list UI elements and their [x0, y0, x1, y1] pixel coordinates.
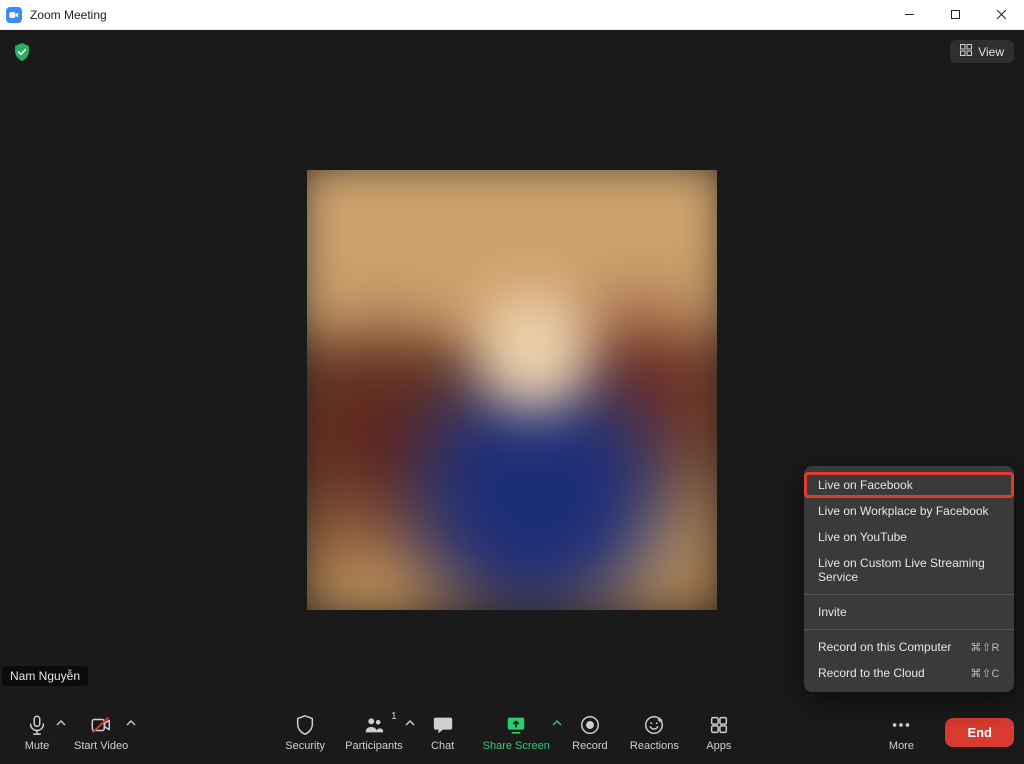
participants-button[interactable]: 1 Participants [335, 709, 412, 756]
mute-button[interactable]: Mute [10, 709, 64, 756]
shield-icon [294, 713, 316, 737]
microphone-icon [26, 713, 48, 737]
view-label: View [978, 45, 1004, 59]
participants-count: 1 [391, 711, 397, 722]
record-icon [579, 713, 601, 737]
blurred-video-placeholder [307, 170, 717, 610]
menu-live-facebook[interactable]: Live on Facebook [804, 472, 1014, 498]
view-button[interactable]: View [950, 40, 1014, 63]
more-icon [890, 713, 912, 737]
smile-icon [643, 713, 665, 737]
menu-live-custom[interactable]: Live on Custom Live Streaming Service [804, 550, 1014, 590]
menu-live-youtube[interactable]: Live on YouTube [804, 524, 1014, 550]
zoom-app-icon [6, 7, 22, 23]
chat-button[interactable]: Chat [413, 709, 473, 756]
self-video-tile [307, 170, 717, 610]
close-button[interactable] [978, 0, 1024, 30]
menu-record-cloud[interactable]: Record to the Cloud ⌘⇧C [804, 660, 1014, 686]
menu-separator [804, 629, 1014, 630]
titlebar-controls [886, 0, 1024, 30]
titlebar-left: Zoom Meeting [6, 7, 107, 23]
minimize-button[interactable] [886, 0, 932, 30]
share-screen-button[interactable]: Share Screen [473, 709, 560, 756]
chat-icon [432, 713, 454, 737]
maximize-button[interactable] [932, 0, 978, 30]
encryption-shield-icon[interactable] [12, 42, 32, 62]
security-button[interactable]: Security [275, 709, 335, 756]
apps-icon [708, 713, 730, 737]
more-menu: Live on Facebook Live on Workplace by Fa… [804, 466, 1014, 692]
window-titlebar: Zoom Meeting [0, 0, 1024, 30]
share-screen-icon [505, 713, 527, 737]
grid-icon [960, 44, 972, 59]
start-video-button[interactable]: Start Video [68, 709, 134, 756]
chevron-up-icon[interactable] [126, 715, 136, 733]
meeting-controls: Mute Start Video Security [0, 700, 1024, 764]
meeting-area: View Nam Nguyễn Live on Facebook Live on… [0, 30, 1024, 764]
participant-name-label: Nam Nguyễn [2, 666, 88, 686]
chevron-up-icon[interactable] [56, 715, 66, 733]
camera-off-icon [90, 713, 112, 737]
shortcut-label: ⌘⇧C [970, 667, 1000, 680]
apps-button[interactable]: Apps [689, 709, 749, 756]
people-icon [363, 713, 385, 737]
more-button[interactable]: More [871, 709, 931, 756]
reactions-button[interactable]: Reactions [620, 709, 689, 756]
menu-separator [804, 594, 1014, 595]
window-title: Zoom Meeting [30, 8, 107, 22]
menu-invite[interactable]: Invite [804, 599, 1014, 625]
record-button[interactable]: Record [560, 709, 620, 756]
menu-live-workplace[interactable]: Live on Workplace by Facebook [804, 498, 1014, 524]
menu-record-local[interactable]: Record on this Computer ⌘⇧R [804, 634, 1014, 660]
shortcut-label: ⌘⇧R [970, 641, 1000, 654]
end-button[interactable]: End [945, 718, 1014, 747]
